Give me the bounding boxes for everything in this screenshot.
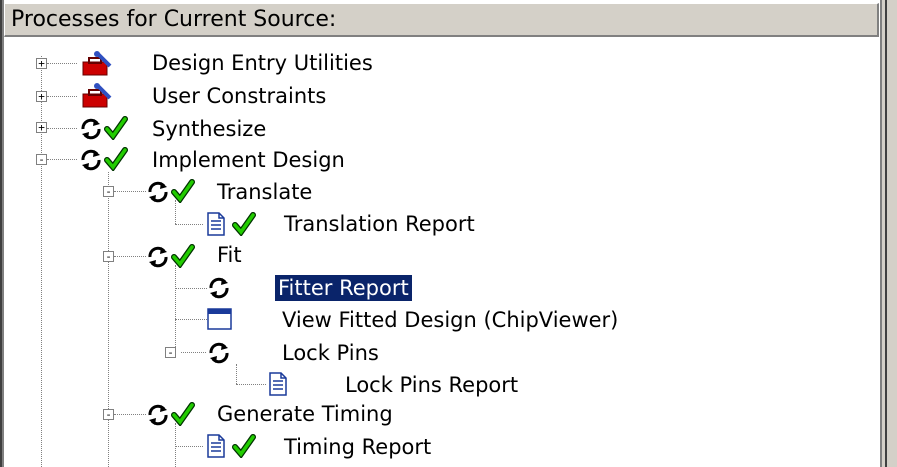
report-icon (207, 212, 225, 236)
tree-line (47, 96, 77, 97)
expand-toggle[interactable]: + (36, 58, 47, 69)
tree-line (181, 352, 206, 353)
process-run-icon (209, 342, 229, 364)
tree-line (114, 191, 146, 192)
tree-line (175, 265, 176, 355)
tree-line (175, 224, 203, 225)
process-run-icon (148, 246, 168, 268)
check-icon (171, 402, 195, 426)
toolbox-icon (82, 83, 112, 108)
tree-line (47, 128, 77, 129)
tree-line (236, 364, 237, 384)
tree-item-label-selected: Fitter Report (274, 274, 413, 302)
tree-line (175, 200, 176, 224)
adjacent-panel-frame (887, 0, 897, 467)
collapse-toggle[interactable]: - (103, 409, 114, 420)
tree-line (175, 446, 203, 447)
toolbox-icon (82, 51, 112, 76)
check-icon (232, 212, 256, 236)
expand-toggle[interactable]: + (36, 122, 47, 133)
process-run-icon (148, 404, 168, 426)
tree-item-label: Synthesize (152, 117, 267, 141)
panel-header: Processes for Current Source: (4, 3, 879, 37)
tree-item-label: View Fitted Design (ChipViewer) (282, 308, 619, 332)
tree-item-label: Fit (217, 243, 242, 267)
check-icon (171, 244, 195, 268)
tree-line (236, 384, 266, 385)
collapse-toggle[interactable]: - (103, 251, 114, 262)
process-run-icon (148, 181, 168, 203)
tree-item-label: User Constraints (152, 84, 327, 108)
check-icon (232, 434, 256, 458)
tree-item-label: Implement Design (152, 148, 345, 172)
collapse-toggle[interactable]: - (36, 154, 47, 165)
tree-line (41, 56, 42, 467)
tree-line (108, 172, 109, 467)
collapse-toggle[interactable]: - (103, 186, 114, 197)
tree-item-label: Translate (217, 180, 313, 204)
processes-panel: Processes for Current Source: + Design E… (0, 0, 897, 467)
report-icon (207, 434, 225, 458)
tree-line (175, 423, 176, 467)
tree-line (114, 256, 146, 257)
panel-border (2, 0, 4, 467)
check-icon (171, 179, 195, 203)
process-run-icon (81, 118, 101, 140)
process-run-icon (209, 277, 229, 299)
check-icon (104, 147, 128, 171)
tree-item-label: Translation Report (284, 212, 475, 236)
panel-title: Processes for Current Source: (11, 7, 337, 32)
tree-line (114, 414, 146, 415)
tree-item-label: Generate Timing (217, 402, 393, 426)
report-icon (269, 372, 287, 396)
process-run-icon (81, 149, 101, 171)
tree-item-label: Timing Report (284, 435, 432, 459)
expand-toggle[interactable]: + (36, 91, 47, 102)
collapse-toggle[interactable]: - (165, 347, 176, 358)
check-icon (104, 116, 128, 140)
tree-line (175, 319, 207, 320)
tree-item-label: Design Entry Utilities (152, 51, 373, 75)
tree-line (175, 288, 207, 289)
tree-line (47, 63, 77, 64)
window-icon (207, 308, 232, 330)
tree-item-label: Lock Pins (282, 341, 379, 365)
tree-line (47, 159, 77, 160)
tree-item-label: Lock Pins Report (345, 373, 519, 397)
